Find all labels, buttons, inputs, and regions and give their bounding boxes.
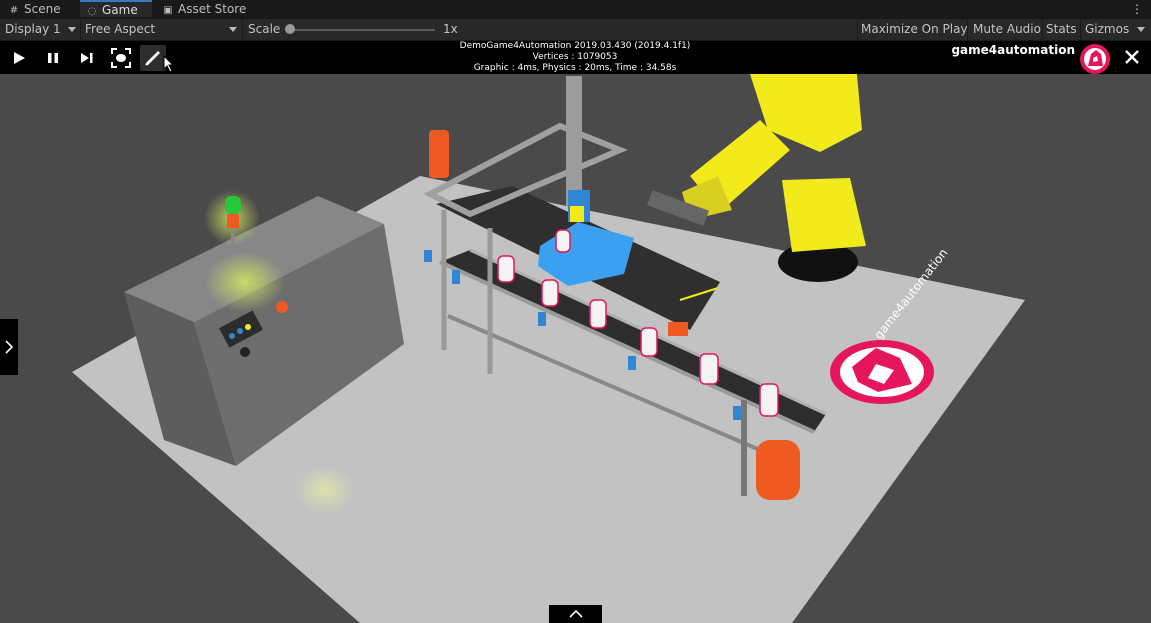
tab-game[interactable]: ◌ Game: [80, 0, 152, 17]
chevron-right-icon: [5, 340, 14, 354]
focus-button[interactable]: [108, 45, 134, 71]
chevron-down-icon: [229, 27, 237, 32]
editor-tab-bar: # Scene ◌ Game ▣ Asset Store ⋮: [0, 0, 1151, 19]
floor-light-glow: [295, 466, 355, 514]
step-button[interactable]: [74, 45, 100, 71]
factory-scene: game4automation: [72, 42, 1025, 623]
grid-icon: #: [9, 5, 19, 16]
step-icon: [81, 53, 93, 63]
tab-scene-label: Scene: [24, 2, 61, 16]
gizmos-toggle[interactable]: Gizmos: [1085, 19, 1129, 40]
aspect-dropdown-label: Free Aspect: [85, 22, 156, 36]
maximize-on-play-toggle[interactable]: Maximize On Play: [861, 19, 968, 40]
more-options-icon[interactable]: ⋮: [1131, 0, 1143, 19]
play-button[interactable]: [6, 45, 32, 71]
mute-audio-toggle[interactable]: Mute Audio: [973, 19, 1041, 40]
stats-toggle[interactable]: Stats: [1046, 19, 1077, 40]
pause-button[interactable]: [40, 45, 66, 71]
game-viewport[interactable]: game4automation: [0, 41, 1151, 623]
game4automation-logo-icon: [1080, 44, 1110, 74]
chevron-down-icon[interactable]: [1137, 27, 1145, 32]
chevron-down-icon: [68, 27, 76, 32]
side-panel-toggle[interactable]: [0, 319, 18, 375]
gamepad-icon: ◌: [87, 6, 97, 17]
play-icon: [14, 52, 25, 64]
brand-name: game4automation: [951, 43, 1075, 57]
divider: [242, 19, 243, 40]
divider: [857, 19, 858, 40]
divider: [1042, 19, 1043, 40]
tab-game-label: Game: [102, 3, 138, 17]
game-toolbar: Display 1 Free Aspect Scale 1x Maximize …: [0, 19, 1151, 41]
divider: [967, 19, 968, 40]
display-dropdown[interactable]: Display 1: [5, 19, 61, 40]
scale-value: 1x: [443, 22, 458, 36]
pause-icon: [48, 53, 58, 63]
shopping-bag-icon: ▣: [163, 5, 173, 16]
focus-icon: [111, 48, 131, 68]
divider: [1080, 19, 1081, 40]
bottom-panel-toggle[interactable]: [549, 605, 602, 623]
stats-vertices: Vertices : 1079053: [532, 52, 618, 62]
floor-logo: [830, 340, 934, 404]
scale-slider-thumb[interactable]: [285, 24, 295, 34]
divider: [80, 19, 81, 40]
stats-timing: Graphic : 4ms, Physics : 20ms, Time : 34…: [473, 63, 677, 73]
aspect-dropdown[interactable]: Free Aspect: [85, 19, 155, 40]
scale-slider-track[interactable]: [290, 29, 435, 31]
scale-label: Scale: [248, 22, 281, 36]
performance-stats: DemoGame4Automation 2019.03.430 (2019.4.…: [420, 41, 730, 74]
close-icon[interactable]: [1121, 46, 1143, 68]
mouse-cursor-icon: [163, 55, 175, 73]
display-dropdown-label: Display 1: [5, 22, 61, 36]
chevron-up-icon: [568, 609, 583, 618]
tab-asset-store-label: Asset Store: [178, 2, 247, 16]
tab-scene[interactable]: # Scene: [8, 0, 76, 19]
pin-icon: [145, 51, 160, 66]
tab-asset-store[interactable]: ▣ Asset Store: [162, 0, 252, 19]
stats-version: DemoGame4Automation 2019.03.430 (2019.4.…: [459, 41, 691, 51]
